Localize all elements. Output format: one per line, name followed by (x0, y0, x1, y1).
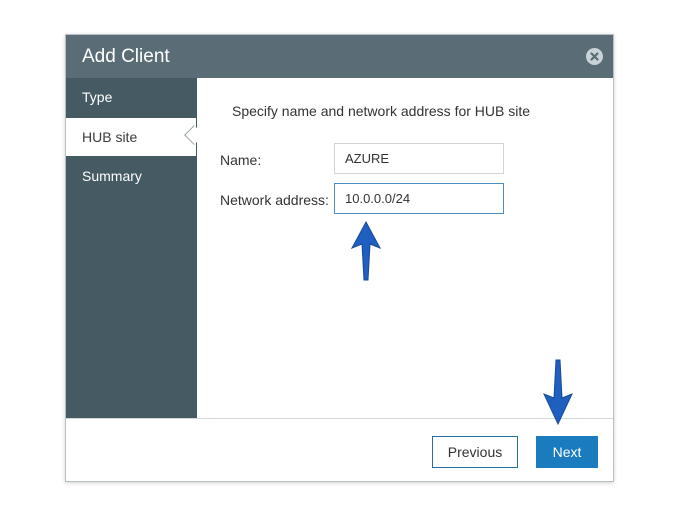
close-icon[interactable] (586, 48, 603, 65)
previous-button[interactable]: Previous (432, 436, 518, 468)
next-button[interactable]: Next (536, 436, 598, 468)
add-client-dialog: Add Client Type HUB site Summary Specify… (65, 34, 614, 482)
name-field[interactable]: AZURE (334, 143, 504, 174)
sidebar-item-label: Summary (82, 168, 142, 184)
dialog-titlebar: Add Client (66, 35, 613, 78)
arrow-up-icon (350, 220, 382, 281)
sidebar-item-label: Type (82, 89, 113, 105)
network-address-field[interactable]: 10.0.0.0/24 (334, 183, 504, 214)
step-instruction: Specify name and network address for HUB… (232, 103, 531, 119)
sidebar-item-type[interactable]: Type (66, 78, 197, 116)
name-label: Name: (220, 152, 262, 168)
dialog-footer: Previous Next (66, 418, 613, 481)
wizard-sidebar: Type HUB site Summary (66, 78, 204, 418)
sidebar-item-label: HUB site (82, 129, 138, 145)
dialog-title: Add Client (82, 46, 170, 67)
arrow-down-icon (543, 359, 573, 426)
sidebar-item-hub-site[interactable]: HUB site (66, 118, 204, 156)
sidebar-item-summary[interactable]: Summary (66, 157, 197, 195)
network-address-label: Network address: (220, 192, 329, 208)
